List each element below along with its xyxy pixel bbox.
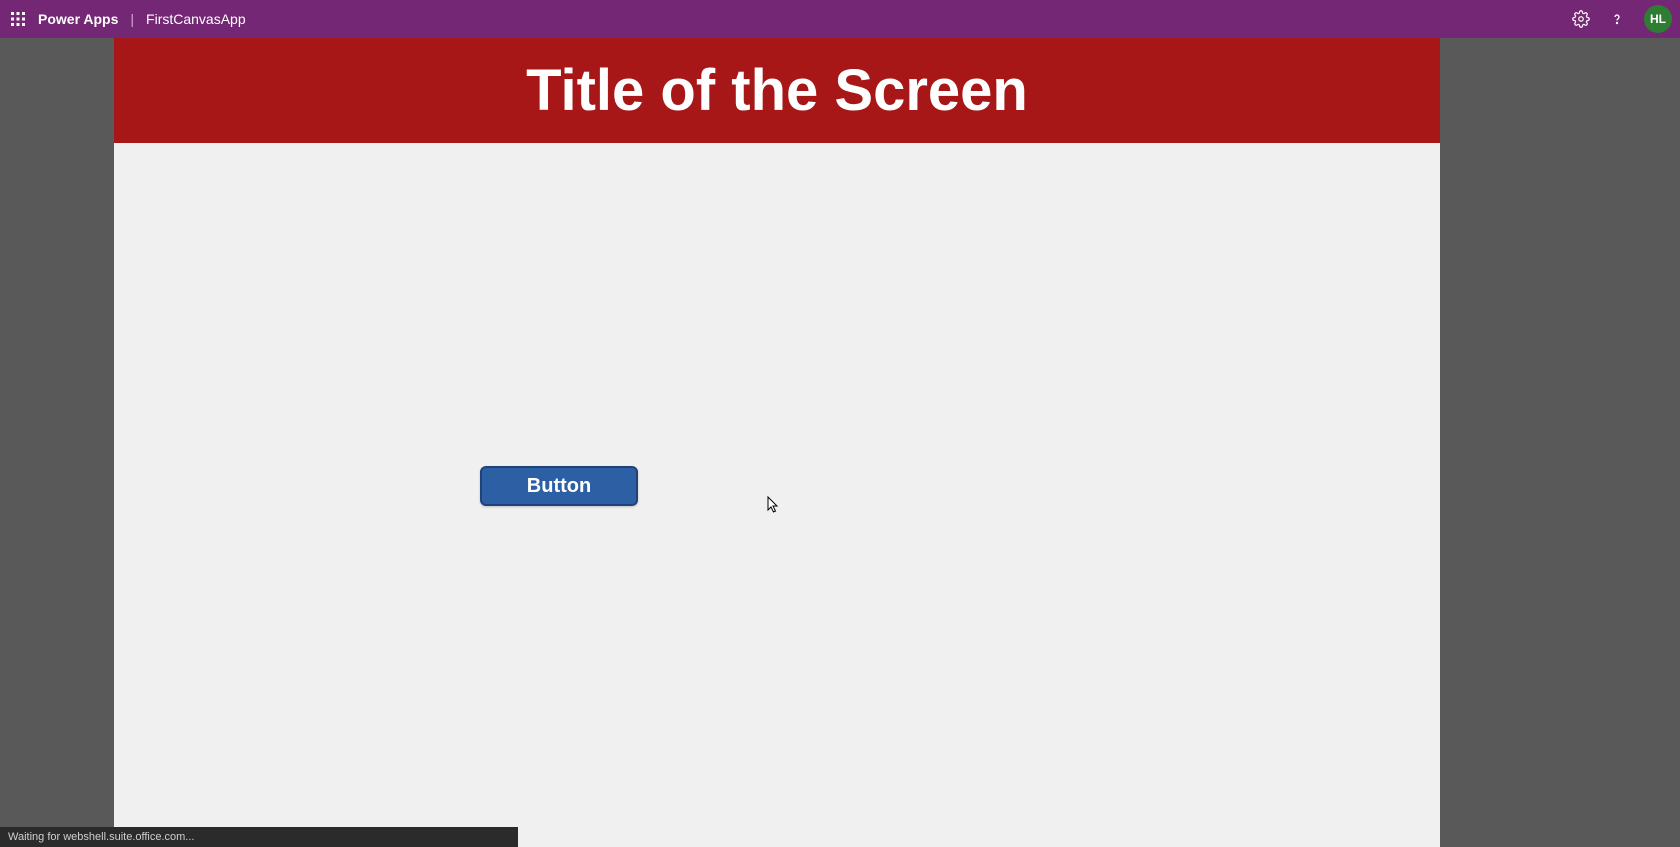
app-name-label[interactable]: FirstCanvasApp bbox=[146, 11, 246, 27]
user-avatar[interactable]: HL bbox=[1644, 5, 1672, 33]
app-launcher-icon[interactable] bbox=[8, 9, 28, 29]
avatar-initials: HL bbox=[1650, 12, 1666, 26]
primary-button[interactable]: Button bbox=[480, 466, 638, 506]
button-label: Button bbox=[527, 475, 591, 498]
header-right: HL bbox=[1572, 5, 1672, 33]
header-left: Power Apps | FirstCanvasApp bbox=[8, 9, 246, 29]
app-header: Power Apps | FirstCanvasApp HL bbox=[0, 0, 1680, 38]
help-icon[interactable] bbox=[1608, 10, 1626, 28]
screen-title-bar: Title of the Screen bbox=[114, 38, 1440, 143]
browser-status-bar: Waiting for webshell.suite.office.com... bbox=[0, 827, 518, 847]
settings-icon[interactable] bbox=[1572, 10, 1590, 28]
mouse-cursor-icon bbox=[767, 496, 781, 519]
brand-label[interactable]: Power Apps bbox=[38, 11, 118, 27]
screen-title: Title of the Screen bbox=[526, 57, 1028, 124]
header-divider: | bbox=[130, 11, 134, 27]
app-canvas: Title of the Screen Button bbox=[114, 38, 1440, 847]
status-text: Waiting for webshell.suite.office.com... bbox=[8, 831, 194, 843]
